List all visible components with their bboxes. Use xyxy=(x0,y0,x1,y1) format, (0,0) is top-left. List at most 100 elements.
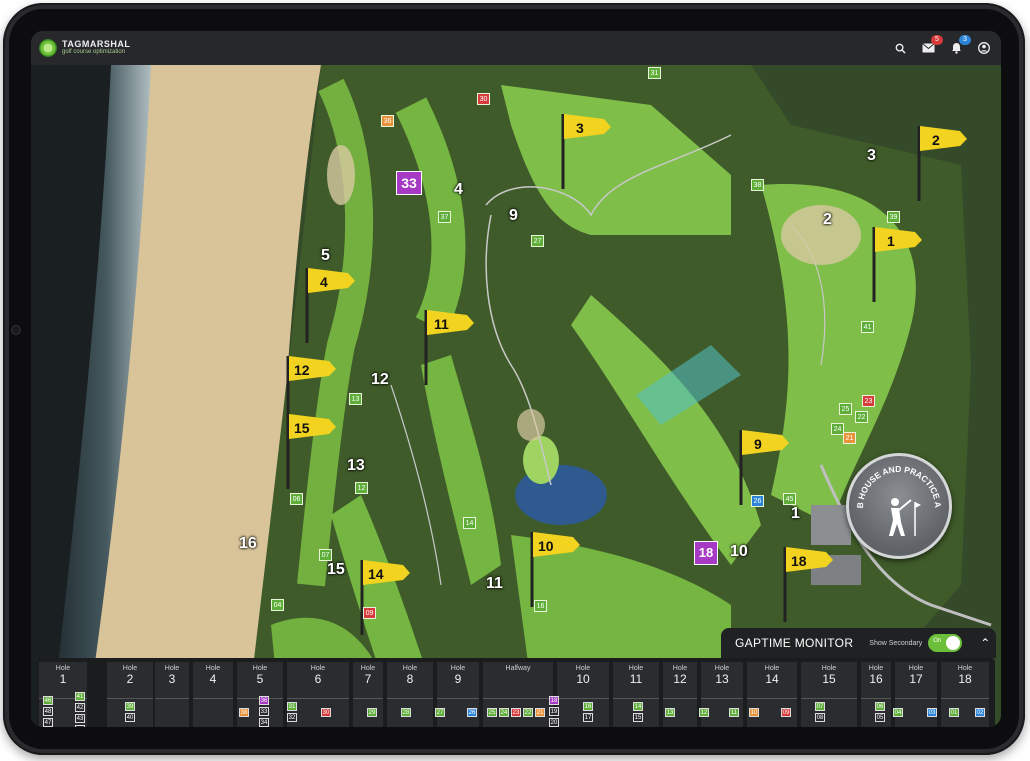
group-marker[interactable]: 16 xyxy=(534,600,547,612)
hole-column[interactable]: Hole 15 xyxy=(801,662,857,727)
toggle-state-label: On xyxy=(933,638,942,644)
flag-1-icon[interactable]: 1 xyxy=(870,222,930,302)
timeline-group[interactable]: 04 xyxy=(893,708,903,717)
timeline-group[interactable]: 31 xyxy=(287,702,297,711)
timeline-group[interactable]: 09 xyxy=(781,708,791,717)
tee-5-label: 5 xyxy=(321,247,330,264)
timeline-group[interactable]: 15 xyxy=(633,713,643,722)
hole-column[interactable]: Hole 4 xyxy=(193,662,233,727)
timeline-group[interactable]: 47 xyxy=(43,718,53,727)
timeline-group[interactable]: 33 xyxy=(259,707,269,716)
timeline-group[interactable]: 13 xyxy=(665,708,675,717)
tee-13-label: 13 xyxy=(347,457,365,474)
group-marker-highlighted[interactable]: 18 xyxy=(694,541,718,565)
mail-icon[interactable]: 5 xyxy=(921,35,943,55)
group-marker[interactable]: 14 xyxy=(463,517,476,529)
chevron-up-icon[interactable]: ⌃ xyxy=(980,636,990,650)
flag-18-label: 18 xyxy=(791,553,807,569)
timeline-group[interactable]: 48 xyxy=(43,707,53,716)
group-marker[interactable]: 45 xyxy=(783,493,796,505)
timeline-group[interactable]: 36 xyxy=(259,696,269,705)
group-marker[interactable]: 31 xyxy=(648,67,661,79)
camera-icon xyxy=(12,326,20,334)
timeline-group[interactable]: 07 xyxy=(815,702,825,711)
timeline-group[interactable]: 46 xyxy=(43,696,53,705)
group-marker[interactable]: 41 xyxy=(861,321,874,333)
timeline-group[interactable]: 10 xyxy=(749,708,759,717)
timeline-group[interactable]: 21 xyxy=(535,708,545,717)
flag-4-icon[interactable]: 4 xyxy=(303,263,363,343)
timeline-group[interactable]: 03 xyxy=(927,708,937,717)
group-marker[interactable]: 27 xyxy=(531,235,544,247)
timeline-group[interactable]: 42 xyxy=(75,703,85,712)
timeline-group[interactable]: 11 xyxy=(729,708,739,717)
timeline-group[interactable]: 28 xyxy=(401,708,411,717)
group-marker[interactable]: 22 xyxy=(855,411,868,423)
mail-badge: 5 xyxy=(931,35,943,45)
course-map[interactable]: 3 2 1 4 11 12 15 9 10 14 18 3 4 9 2 5 12… xyxy=(31,65,1001,727)
bell-icon[interactable]: 3 xyxy=(949,35,971,55)
timeline-group[interactable]: 12 xyxy=(699,708,709,717)
group-marker[interactable]: 13 xyxy=(349,393,362,405)
timeline-group[interactable]: 14 xyxy=(633,702,643,711)
timeline-group[interactable]: 20 xyxy=(549,718,559,727)
logo-name: TAGMARSHAL xyxy=(62,39,131,49)
flag-11-icon[interactable]: 11 xyxy=(422,305,482,385)
flag-18-icon[interactable]: 18 xyxy=(781,542,841,622)
flag-15-icon[interactable]: 15 xyxy=(284,409,344,489)
flag-3-icon[interactable]: 3 xyxy=(559,109,619,189)
group-marker[interactable]: 23 xyxy=(862,395,875,407)
timeline-group[interactable]: 39 xyxy=(125,702,135,711)
timeline-group[interactable]: 30 xyxy=(321,708,331,717)
club-house-badge[interactable]: CLUB HOUSE AND PRACTICE AREA xyxy=(846,453,952,559)
search-icon[interactable] xyxy=(893,41,907,55)
timeline-group[interactable]: 17 xyxy=(583,713,593,722)
group-marker-highlighted[interactable]: 33 xyxy=(396,171,422,195)
app-logo[interactable]: TAGMARSHAL golf course optimization xyxy=(39,39,130,57)
hole-column[interactable]: Hole 8 xyxy=(387,662,433,727)
group-marker[interactable]: 09 xyxy=(363,607,376,619)
hole-column[interactable]: Hole 3 xyxy=(155,662,189,727)
timeline-group[interactable]: 18 xyxy=(549,696,559,705)
timeline-group[interactable]: 24 xyxy=(499,708,509,717)
flag-10-icon[interactable]: 10 xyxy=(528,527,588,607)
group-marker[interactable]: 37 xyxy=(438,211,451,223)
timeline-group[interactable]: 32 xyxy=(287,713,297,722)
flag-14-icon[interactable]: 14 xyxy=(358,555,418,635)
group-marker[interactable]: 07 xyxy=(319,549,332,561)
flag-2-icon[interactable]: 2 xyxy=(915,121,975,201)
group-marker[interactable]: 26 xyxy=(751,495,764,507)
show-secondary-toggle[interactable]: On xyxy=(928,634,963,652)
tee-12-label: 12 xyxy=(371,371,389,388)
timeline-group[interactable]: 40 xyxy=(125,713,135,722)
timeline-group[interactable]: 41 xyxy=(75,692,85,701)
group-marker[interactable]: 25 xyxy=(839,403,852,415)
group-marker[interactable]: 36 xyxy=(381,115,394,127)
timeline-group[interactable]: 19 xyxy=(549,707,559,716)
group-marker[interactable]: 38 xyxy=(751,179,764,191)
timeline-group[interactable]: 27 xyxy=(435,708,445,717)
group-marker[interactable]: 30 xyxy=(477,93,490,105)
group-marker[interactable]: 04 xyxy=(271,599,284,611)
app-screen: TAGMARSHAL golf course optimization 5 3 xyxy=(31,31,1001,727)
timeline-group[interactable]: 01 xyxy=(949,708,959,717)
timeline-group[interactable]: 26 xyxy=(467,708,477,717)
timeline-group[interactable]: 05 xyxy=(875,713,885,722)
timeline-group[interactable]: 29 xyxy=(367,708,377,717)
group-marker[interactable]: 06 xyxy=(290,493,303,505)
timeline-group[interactable]: 25 xyxy=(487,708,497,717)
timeline-group[interactable]: 34 xyxy=(259,718,269,727)
timeline-group[interactable]: 08 xyxy=(815,713,825,722)
timeline-group[interactable]: 38 xyxy=(239,708,249,717)
timeline-group[interactable]: 16 xyxy=(583,702,593,711)
timeline-group[interactable]: 02 xyxy=(975,708,985,717)
group-marker[interactable]: 39 xyxy=(887,211,900,223)
timeline-group[interactable]: 44 xyxy=(75,725,85,727)
timeline-group[interactable]: 43 xyxy=(75,714,85,723)
timeline-group[interactable]: 23 xyxy=(511,708,521,717)
group-marker[interactable]: 21 xyxy=(843,432,856,444)
timeline-group[interactable]: 22 xyxy=(523,708,533,717)
timeline-group[interactable]: 06 xyxy=(875,702,885,711)
user-icon[interactable] xyxy=(977,41,991,55)
group-marker[interactable]: 12 xyxy=(355,482,368,494)
